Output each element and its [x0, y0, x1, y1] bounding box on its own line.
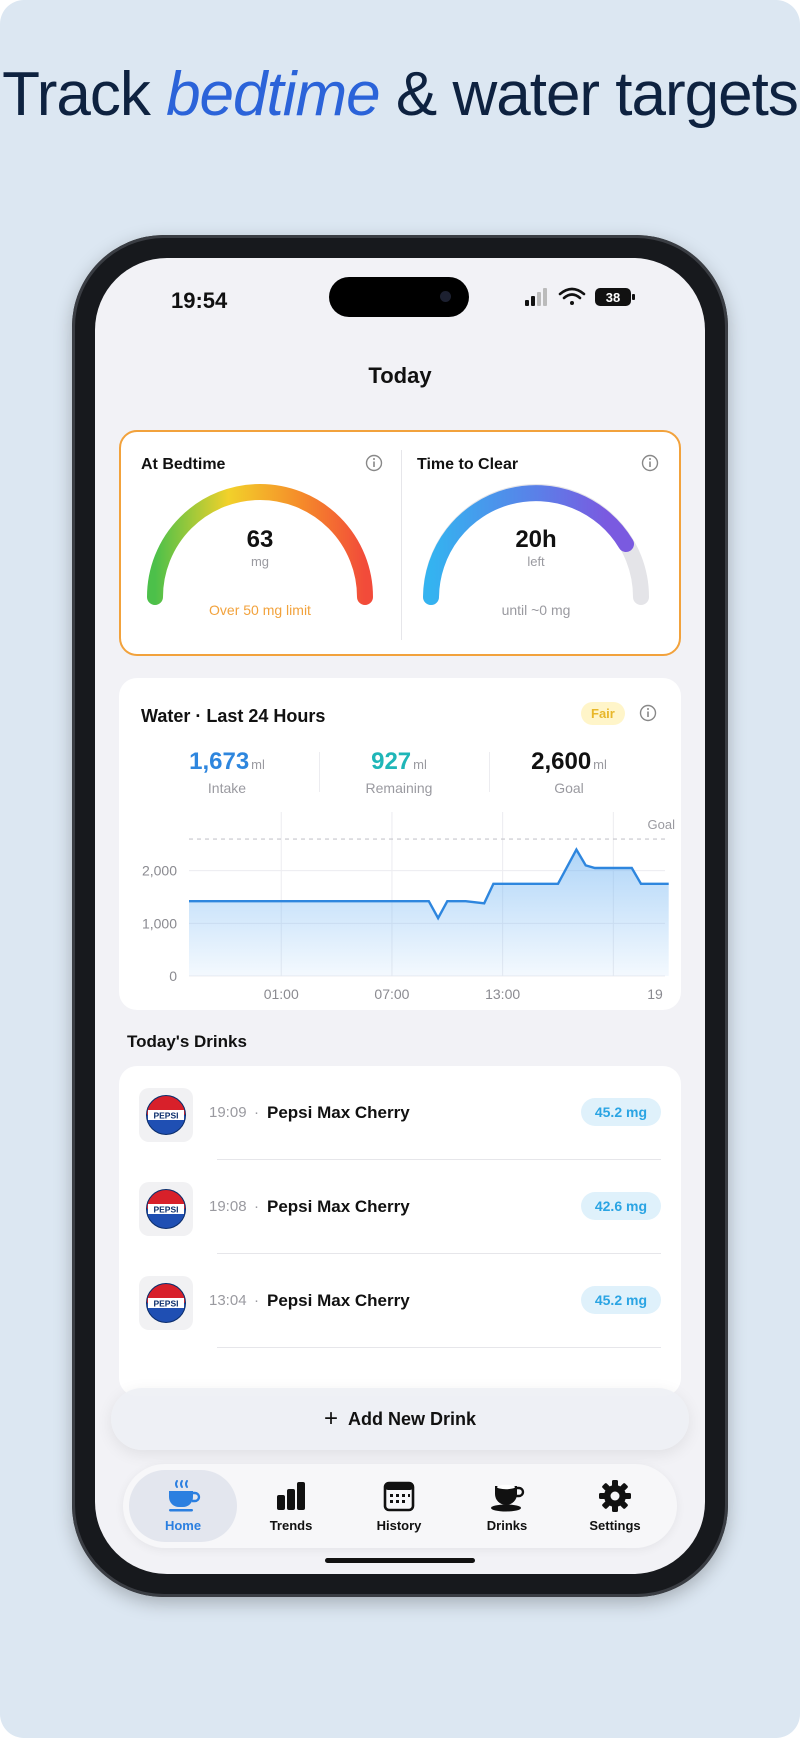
caffeine-amount-badge: 45.2 mg — [580, 1098, 661, 1126]
drink-time: 13:04 — [209, 1292, 247, 1309]
y-tick-label: 0 — [169, 968, 177, 984]
separator-dot: · — [254, 1198, 259, 1215]
caffeine-gauges-card[interactable]: At Bedtime 63 mg Over 50 mg limit Time t… — [119, 430, 681, 656]
x-tick-label: 13:00 — [485, 986, 520, 1002]
list-item[interactable]: PEPSI 13:04 · Pepsi Max Cherry 45.2 mg — [119, 1254, 681, 1348]
x-tick-label: 19 — [647, 986, 663, 1002]
water-chart: Goal 2,000 1,000 0 01:00 07:00 13:00 19 — [142, 812, 676, 1002]
y-tick-label: 2,000 — [142, 863, 177, 879]
tab-trends[interactable]: Trends — [237, 1470, 345, 1542]
bar-chart-icon — [277, 1482, 305, 1510]
stat-remaining-unit: ml — [413, 757, 427, 772]
drink-logo: PEPSI — [139, 1276, 193, 1330]
svg-text:PEPSI: PEPSI — [153, 1205, 178, 1215]
battery-icon: 38 — [595, 288, 635, 306]
add-new-drink-label: Add New Drink — [348, 1408, 477, 1429]
stat-remaining-value: 927 — [371, 748, 412, 775]
headline-text-2: & water targets — [379, 60, 799, 129]
cellular-signal-icon — [525, 288, 547, 306]
tab-home-label: Home — [164, 1518, 202, 1533]
cup-saucer-icon — [491, 1484, 525, 1512]
stat-remaining: 927 ml Remaining — [309, 748, 489, 796]
calendar-icon — [383, 1481, 415, 1512]
svg-text:PEPSI: PEPSI — [153, 1111, 178, 1121]
tab-history[interactable]: History — [345, 1470, 453, 1542]
row-divider — [217, 1347, 661, 1348]
drink-time: 19:09 — [209, 1104, 247, 1121]
plus-icon: + — [323, 1405, 338, 1432]
promo-headline: Track bedtime & water targets — [0, 58, 800, 132]
stat-goal: 2,600 ml Goal — [479, 748, 659, 796]
separator-dot: · — [254, 1292, 259, 1309]
goal-label: Goal — [648, 817, 676, 832]
stat-intake-value: 1,673 — [189, 748, 250, 775]
x-tick-label: 01:00 — [264, 986, 299, 1002]
x-tick-label: 07:00 — [374, 986, 409, 1002]
coffee-cup-icon — [169, 1480, 201, 1512]
info-icon[interactable] — [365, 454, 383, 472]
status-time: 19:54 — [171, 288, 228, 313]
water-card[interactable]: Water · Last 24 Hours Fair 1,673 ml Intak… — [119, 678, 681, 1010]
phone-screen: 19:54 38 Today At Bedtime 63 mg Over 50 … — [95, 258, 705, 1574]
caffeine-amount-badge: 45.2 mg — [580, 1286, 661, 1314]
drinks-section-title: Today's Drinks — [127, 1032, 247, 1051]
drink-name: Pepsi Max Cherry — [267, 1103, 410, 1122]
drink-logo: PEPSI — [139, 1182, 193, 1236]
stat-intake: 1,673 ml Intake — [137, 748, 317, 796]
drink-name: Pepsi Max Cherry — [267, 1197, 410, 1216]
stat-goal-value: 2,600 — [531, 748, 592, 775]
clear-note: until ~0 mg — [501, 602, 571, 618]
pepsi-logo-icon: PEPSI — [146, 1283, 186, 1323]
stat-goal-unit: ml — [593, 757, 607, 772]
gauge-divider — [401, 450, 402, 640]
stat-goal-label: Goal — [554, 780, 584, 796]
list-item[interactable]: PEPSI 19:08 · Pepsi Max Cherry 42.6 mg — [119, 1160, 681, 1254]
tab-settings-label: Settings — [589, 1518, 641, 1533]
svg-text:PEPSI: PEPSI — [153, 1299, 178, 1309]
tab-settings[interactable]: Settings — [561, 1470, 669, 1542]
clear-value: 20h — [515, 526, 557, 553]
dynamic-island — [329, 277, 469, 317]
pepsi-logo-icon: PEPSI — [146, 1189, 186, 1229]
tab-history-label: History — [376, 1518, 422, 1533]
tab-bar: Home Trends History Drinks Settings — [123, 1464, 677, 1548]
hydration-status-badge: Fair — [581, 702, 625, 725]
bedtime-limit-note: Over 50 mg limit — [209, 602, 311, 618]
drinks-list: PEPSI 19:09 · Pepsi Max Cherry 45.2 mg P… — [119, 1066, 681, 1396]
bedtime-value: 63 — [246, 526, 274, 553]
drink-name: Pepsi Max Cherry — [267, 1291, 410, 1310]
tab-drinks-label: Drinks — [486, 1518, 528, 1533]
caffeine-amount-badge: 42.6 mg — [580, 1192, 661, 1220]
drink-time: 19:08 — [209, 1198, 247, 1215]
page-title: Today — [368, 363, 432, 388]
add-new-drink-button[interactable]: + Add New Drink — [111, 1388, 689, 1450]
stat-intake-unit: ml — [251, 757, 265, 772]
list-item[interactable]: PEPSI 19:09 · Pepsi Max Cherry 45.2 mg — [119, 1066, 681, 1160]
bedtime-unit: mg — [250, 554, 270, 569]
wifi-icon — [558, 287, 586, 305]
info-icon[interactable] — [639, 704, 657, 722]
stat-remaining-label: Remaining — [365, 780, 433, 796]
pepsi-logo-icon: PEPSI — [146, 1095, 186, 1135]
drink-logo: PEPSI — [139, 1088, 193, 1142]
home-indicator — [325, 1558, 475, 1563]
tab-trends-label: Trends — [269, 1518, 313, 1533]
stat-intake-label: Intake — [207, 780, 247, 796]
separator-dot: · — [254, 1104, 259, 1121]
svg-text:38: 38 — [606, 290, 620, 305]
info-icon[interactable] — [641, 454, 659, 472]
tab-home[interactable]: Home — [129, 1470, 237, 1542]
y-tick-label: 1,000 — [142, 915, 177, 931]
gear-icon — [599, 1480, 631, 1512]
status-icons: 38 — [525, 287, 635, 306]
clear-unit: left — [527, 554, 545, 569]
headline-accent: bedtime — [166, 60, 381, 129]
water-card-title: Water · Last 24 Hours — [141, 706, 326, 726]
tab-drinks[interactable]: Drinks — [453, 1470, 561, 1542]
headline-text-1: Track — [2, 60, 167, 129]
